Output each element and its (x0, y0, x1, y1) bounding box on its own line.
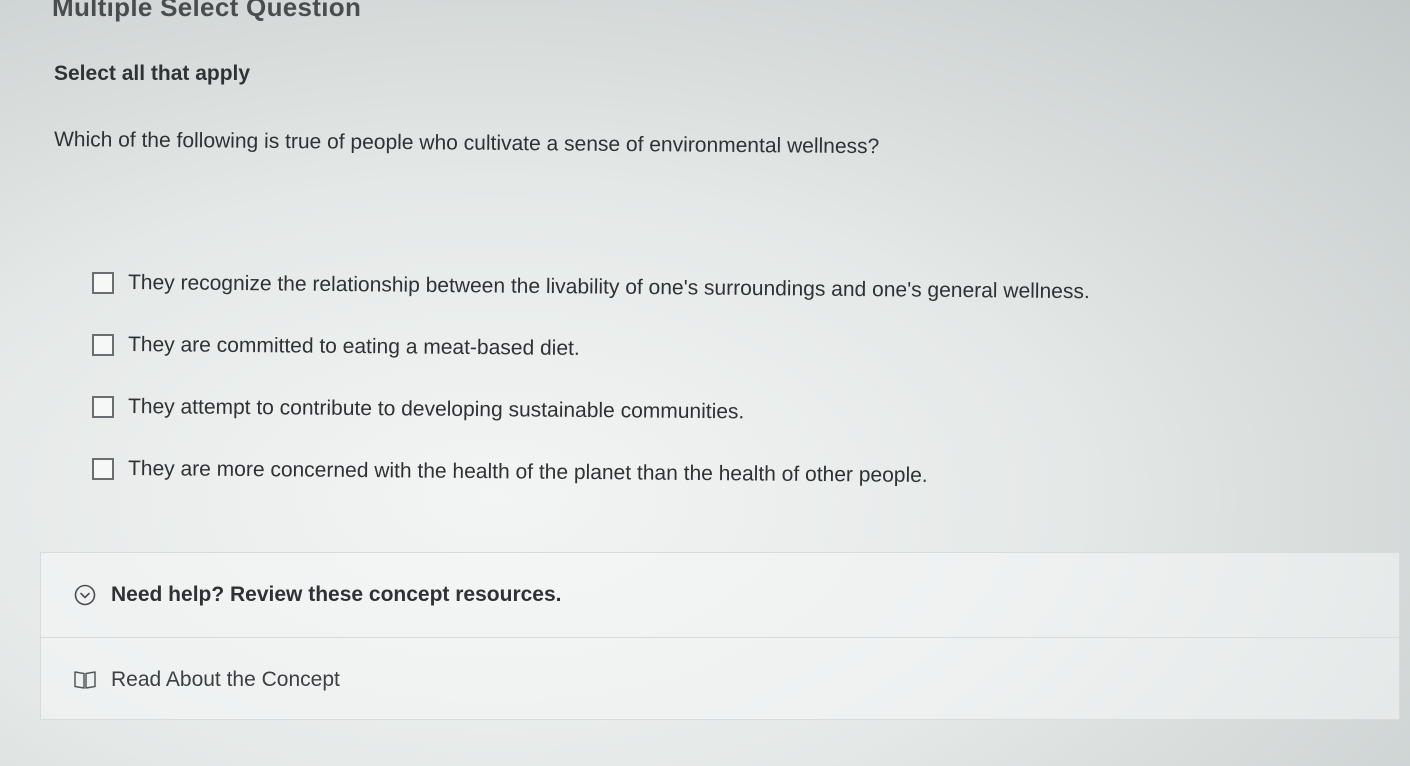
concept-resources-panel: Need help? Review these concept resource… (40, 552, 1400, 720)
resource-link-label: Read About the Concept (111, 667, 340, 691)
option-checkbox[interactable] (92, 272, 114, 294)
option-checkbox[interactable] (92, 334, 114, 356)
help-toggle-button[interactable]: Need help? Review these concept resource… (41, 553, 1399, 637)
answer-option[interactable]: They are more concerned with the health … (92, 438, 1312, 500)
option-label: They are committed to eating a meat-base… (127, 333, 580, 360)
answer-option[interactable]: They are committed to eating a meat-base… (92, 314, 1312, 376)
question-prompt: Which of the following is true of people… (53, 128, 880, 159)
instruction-text: Select all that apply (54, 62, 251, 85)
chevron-down-circle-icon (73, 583, 97, 607)
option-label: They are more concerned with the health … (127, 457, 928, 487)
help-toggle-label: Need help? Review these concept resource… (111, 583, 562, 606)
option-label: They recognize the relationship between … (127, 271, 1090, 304)
answer-option[interactable]: They recognize the relationship between … (92, 252, 1312, 314)
option-label: They attempt to contribute to developing… (127, 395, 745, 424)
book-icon (73, 668, 97, 692)
option-checkbox[interactable] (92, 458, 114, 480)
question-type-heading: Multiple Select Question (52, 0, 362, 22)
option-checkbox[interactable] (92, 396, 114, 418)
read-about-concept-link[interactable]: Read About the Concept (41, 637, 1399, 721)
answer-options-list: They recognize the relationship between … (92, 252, 1312, 500)
answer-option[interactable]: They attempt to contribute to developing… (92, 376, 1312, 438)
